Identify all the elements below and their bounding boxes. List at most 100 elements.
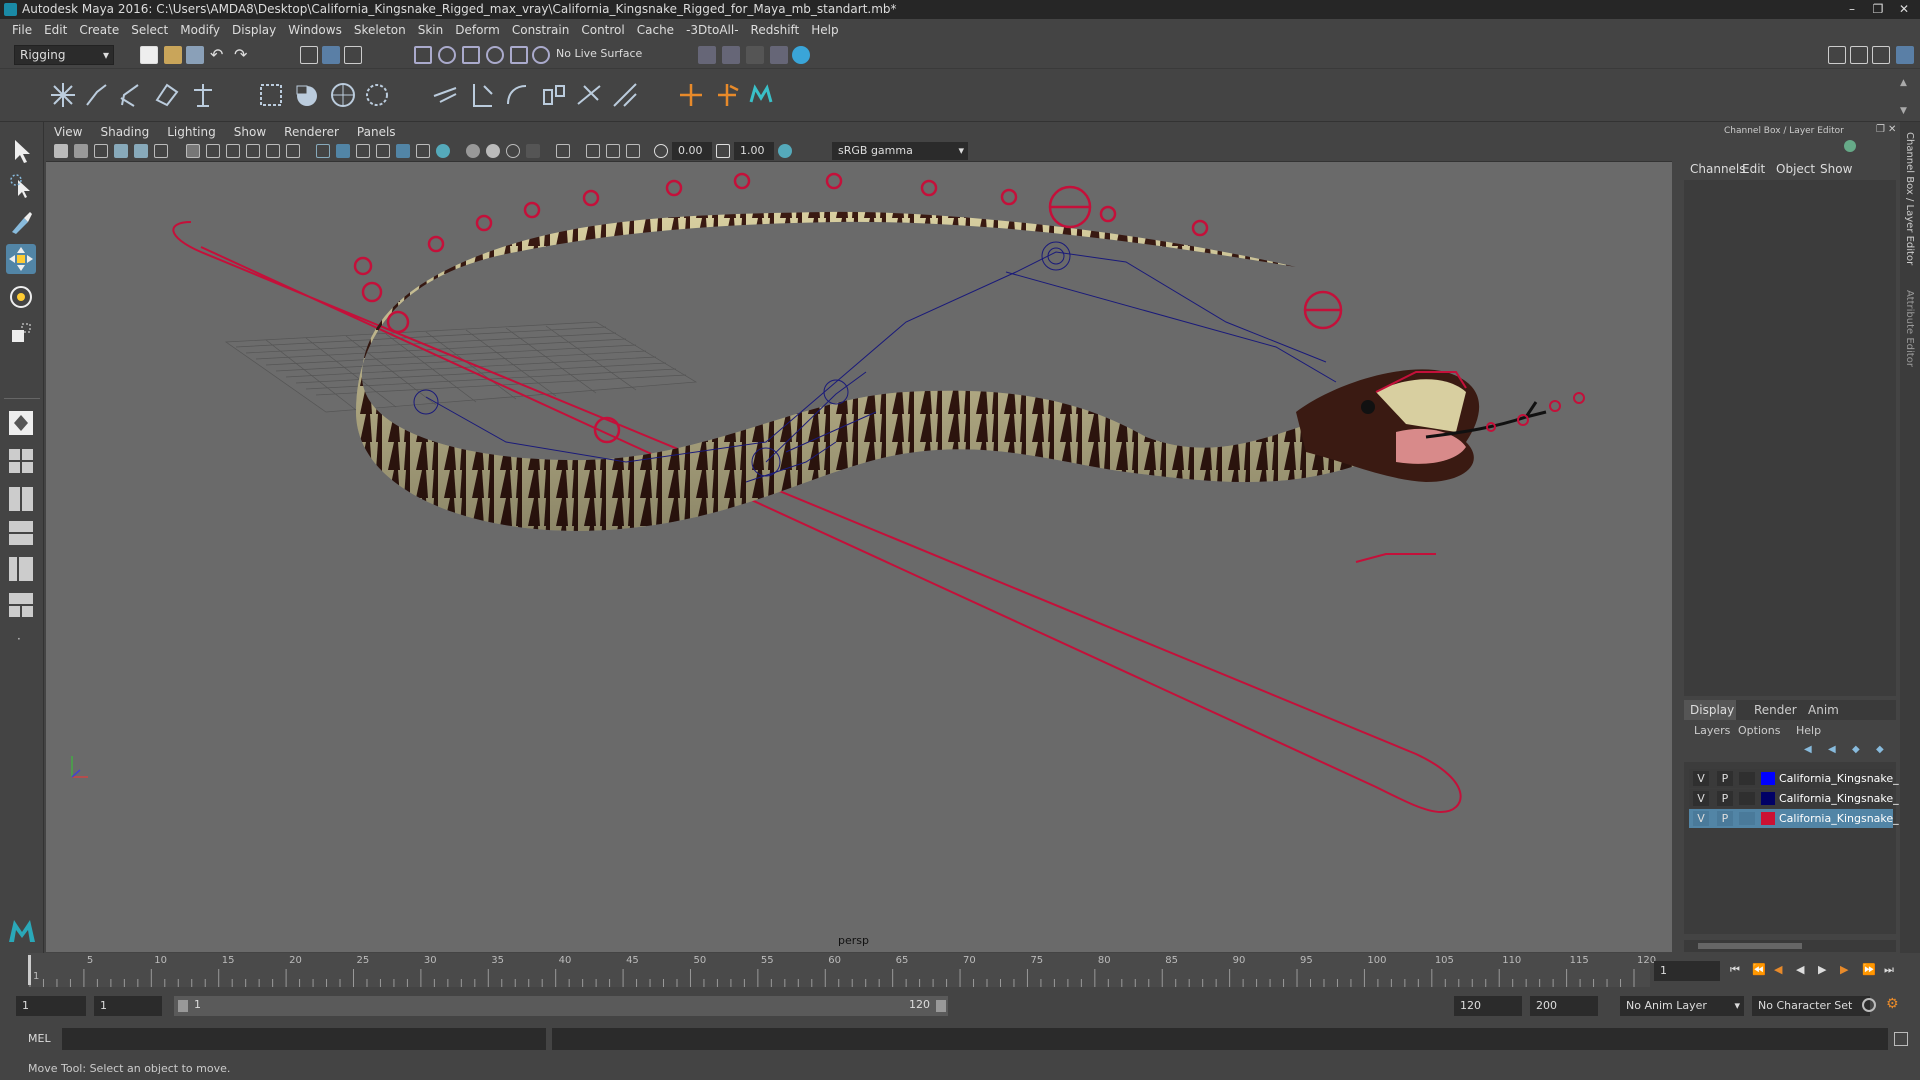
layout-tool-settings-icon[interactable]	[1872, 46, 1890, 64]
playback-end-field[interactable]: 120	[1454, 996, 1522, 1016]
select-object-icon[interactable]	[322, 46, 340, 64]
layout-more-icon[interactable]: ·	[17, 632, 21, 646]
layer-color-swatch[interactable]	[1761, 792, 1775, 805]
move-layer-down-icon[interactable]: ◀	[1828, 744, 1836, 755]
layer-type-toggle[interactable]	[1739, 792, 1755, 805]
show-menu[interactable]: Show	[1820, 162, 1852, 176]
layer-playback-toggle[interactable]: P	[1717, 771, 1733, 786]
select-tool-icon[interactable]	[6, 136, 36, 166]
field-chart-icon[interactable]	[266, 144, 280, 158]
current-frame-field[interactable]: 1	[1654, 961, 1720, 981]
camera-attributes-icon[interactable]	[74, 144, 88, 158]
hypershade-icon[interactable]	[792, 46, 810, 64]
gamma-field[interactable]: 1.00	[734, 142, 774, 160]
resolution-gate-icon[interactable]	[226, 144, 240, 158]
exposure-field[interactable]: 0.00	[672, 142, 712, 160]
menu-modify[interactable]: Modify	[176, 23, 228, 37]
grid-toggle-icon[interactable]	[186, 144, 200, 158]
joint-tool-icon[interactable]	[48, 80, 78, 110]
shelf-scroll-down-icon[interactable]: ▼	[1900, 106, 1907, 116]
menu-help[interactable]: Help	[807, 23, 846, 37]
outliner-layout-icon[interactable]	[6, 554, 36, 584]
layer-type-toggle[interactable]	[1739, 812, 1755, 825]
select-component-icon[interactable]	[344, 46, 362, 64]
layer-row[interactable]: V P California_Kingsnake_	[1689, 769, 1899, 788]
tab-render[interactable]: Render	[1754, 703, 1797, 717]
scene-start-field[interactable]: 1	[16, 996, 86, 1016]
scrollbar-thumb[interactable]	[1698, 943, 1802, 949]
camera-select-icon[interactable]	[54, 144, 68, 158]
render-frame-icon[interactable]	[722, 46, 740, 64]
new-layer-icon[interactable]: ◆	[1852, 744, 1860, 755]
isolate-select-icon[interactable]	[556, 144, 570, 158]
ik-spline-icon[interactable]	[116, 80, 146, 110]
character-set-dropdown[interactable]: No Character Set	[1752, 996, 1870, 1016]
depth-of-field-icon[interactable]	[526, 144, 540, 158]
scale-tool-icon[interactable]	[6, 318, 36, 348]
layers-menu[interactable]: Layers	[1694, 724, 1730, 737]
render-view-icon[interactable]	[770, 46, 788, 64]
cluster-icon[interactable]	[256, 80, 286, 110]
layer-name[interactable]: California_Kingsnake_	[1779, 809, 1899, 828]
two-pane-vertical-icon[interactable]	[6, 484, 36, 514]
range-start-handle[interactable]	[178, 1000, 188, 1012]
perspective-viewport[interactable]: persp	[46, 162, 1672, 952]
snap-grid-icon[interactable]	[414, 46, 432, 64]
layout-channel-box-icon[interactable]	[1896, 46, 1914, 64]
render-settings-icon[interactable]	[698, 46, 716, 64]
layer-row[interactable]: V P California_Kingsnake_	[1689, 809, 1899, 828]
graph-layout-icon[interactable]	[6, 590, 36, 620]
script-language-label[interactable]: MEL	[28, 1032, 51, 1045]
close-panel-icon[interactable]: ✕	[1888, 124, 1896, 135]
layer-color-swatch[interactable]	[1761, 812, 1775, 825]
xray-icon[interactable]	[436, 144, 450, 158]
rotate-tool-icon[interactable]	[6, 282, 36, 312]
main-root-control-curve[interactable]	[172, 221, 1462, 814]
hierarchy-icon[interactable]	[188, 80, 218, 110]
move-tool-button[interactable]	[6, 244, 36, 274]
side-tab-attribute-editor[interactable]: Attribute Editor	[1904, 290, 1915, 367]
layer-name[interactable]: California_Kingsnake_	[1779, 769, 1899, 788]
image-plane-icon[interactable]	[114, 144, 128, 158]
snap-curve-icon[interactable]	[438, 46, 456, 64]
gate-mask-icon[interactable]	[246, 144, 260, 158]
auto-key-icon[interactable]	[1862, 998, 1876, 1012]
range-slider[interactable]: 1 120	[174, 996, 948, 1016]
smooth-shade-icon[interactable]	[336, 144, 350, 158]
anim-layer-dropdown[interactable]: No Anim Layer ▾	[1620, 996, 1744, 1016]
move-layer-up-icon[interactable]: ◀	[1804, 744, 1812, 755]
minimize-icon[interactable]: –	[1840, 1, 1864, 17]
point-constraint-icon[interactable]	[466, 80, 496, 110]
menu-windows[interactable]: Windows	[284, 23, 350, 37]
range-end-handle[interactable]	[936, 1000, 946, 1012]
viewport-menu-panels[interactable]: Panels	[357, 125, 396, 139]
ik-handle-icon[interactable]	[82, 80, 112, 110]
step-back-frame-icon[interactable]: ◀	[1774, 963, 1782, 976]
paint-select-icon[interactable]	[6, 208, 36, 238]
layer-color-swatch[interactable]	[1761, 772, 1775, 785]
blend-shape-icon[interactable]	[362, 80, 392, 110]
layer-visibility-toggle[interactable]: V	[1693, 771, 1709, 786]
ipr-render-icon[interactable]	[746, 46, 764, 64]
channels-menu[interactable]: Channels	[1690, 162, 1746, 176]
object-menu[interactable]: Object	[1776, 162, 1815, 176]
viewport-menu-view[interactable]: View	[54, 125, 82, 139]
select-hierarchy-icon[interactable]	[300, 46, 318, 64]
new-scene-icon[interactable]	[140, 46, 158, 64]
menuset-dropdown[interactable]: Rigging ▾	[14, 45, 114, 65]
options-menu[interactable]: Options	[1738, 724, 1780, 737]
locator-icon[interactable]	[676, 80, 706, 110]
two-pane-horizontal-icon[interactable]	[6, 518, 36, 548]
open-scene-icon[interactable]	[164, 46, 182, 64]
go-to-start-icon[interactable]: ⏮	[1730, 963, 1740, 977]
colorspace-dropdown[interactable]: sRGB gamma ▾	[832, 142, 968, 160]
layer-visibility-toggle[interactable]: V	[1693, 791, 1709, 806]
scene-end-field[interactable]: 200	[1530, 996, 1598, 1016]
pole-vector-icon[interactable]	[610, 80, 640, 110]
menu-deform[interactable]: Deform	[451, 23, 508, 37]
antialias-icon[interactable]	[506, 144, 520, 158]
menu-redshift[interactable]: Redshift	[747, 23, 808, 37]
shelf-scroll-up-icon[interactable]: ▲	[1900, 78, 1907, 88]
ambient-occlusion-icon[interactable]	[466, 144, 480, 158]
lattice-icon[interactable]	[292, 80, 322, 110]
